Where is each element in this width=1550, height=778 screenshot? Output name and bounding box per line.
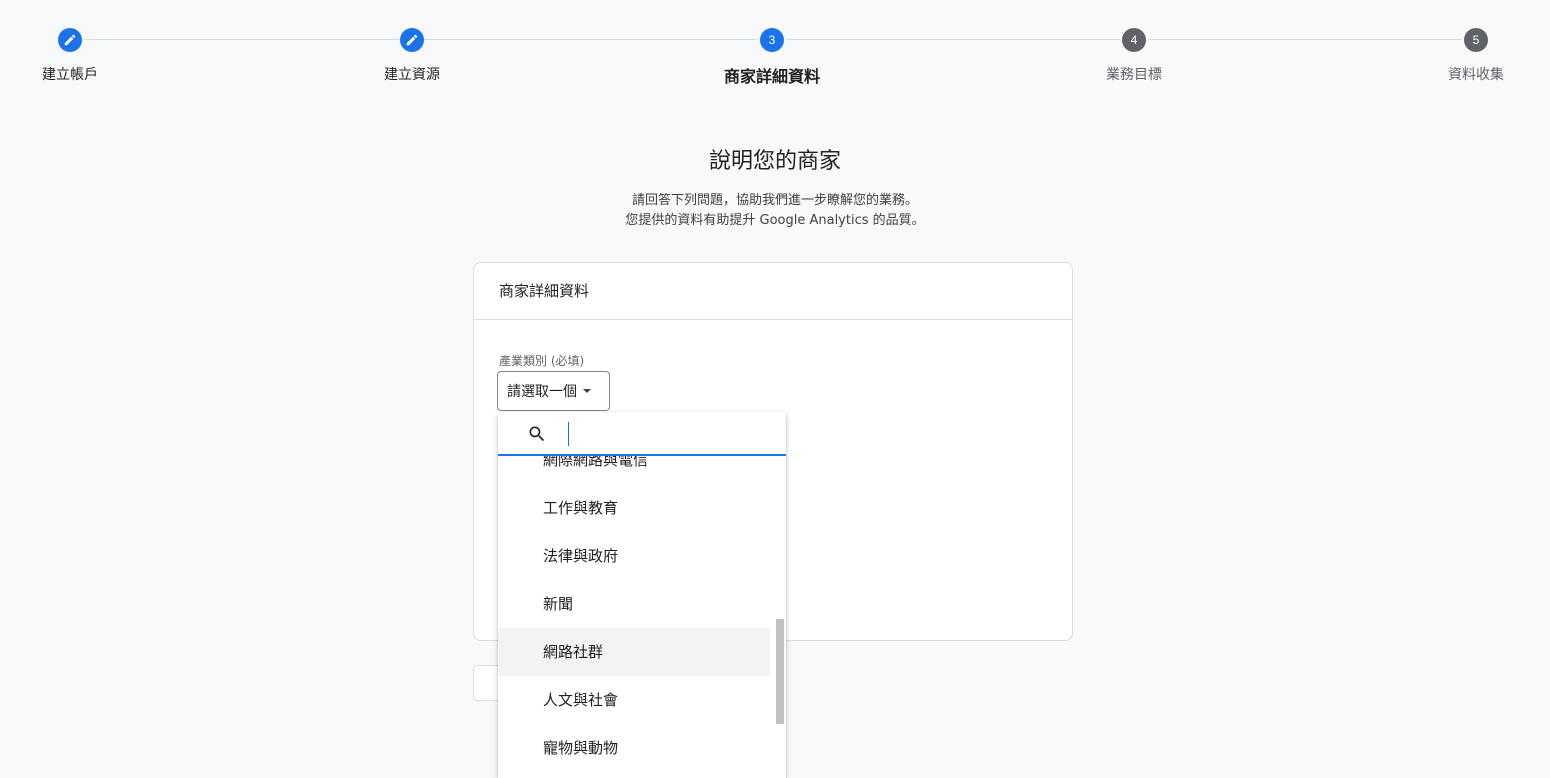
industry-options-list: 網際網路與電信 工作與教育 法律與政府 新聞 網路社群 人文與社會 寵物與動物 [498,436,770,772]
industry-dropdown-panel: 網際網路與電信 工作與教育 法律與政府 新聞 網路社群 人文與社會 寵物與動物 [498,412,786,778]
subtitle-line: 您提供的資料有助提升 Google Analytics 的品質。 [625,213,925,228]
step-create-property[interactable]: 建立資源 [332,28,492,84]
step-business-objectives: 4 業務目標 [1054,28,1214,84]
step-label: 建立資源 [384,67,440,83]
card-title: 商家詳細資料 [474,263,1072,320]
option-jobs-education[interactable]: 工作與教育 [498,484,770,532]
step-create-account[interactable]: 建立帳戶 [0,28,150,84]
dropdown-search [498,412,786,456]
dropdown-scrollbar[interactable] [776,619,784,724]
edit-pencil-icon [400,28,424,52]
step-number: 5 [1464,28,1488,52]
step-label: 商家詳細資料 [723,67,820,86]
step-data-collection: 5 資料收集 [1396,28,1550,84]
page-subtitle: 請回答下列問題，協助我們進一步瞭解您的業務。 您提供的資料有助提升 Google… [0,191,1550,231]
page-title: 說明您的商家 [708,149,841,174]
step-business-details: 3 商家詳細資料 [692,28,852,87]
step-number: 3 [760,28,784,52]
step-label: 建立帳戶 [42,67,98,83]
edit-pencil-icon [58,28,82,52]
step-label: 資料收集 [1448,67,1504,83]
search-input[interactable] [568,422,775,446]
industry-category-select[interactable]: 請選取一個 [497,371,610,411]
option-news[interactable]: 新聞 [498,580,770,628]
option-people-society[interactable]: 人文與社會 [498,676,770,724]
subtitle-line: 請回答下列問題，協助我們進一步瞭解您的業務。 [631,193,918,208]
step-number: 4 [1122,28,1146,52]
select-value: 請選取一個 [507,384,577,400]
option-pets-animals[interactable]: 寵物與動物 [498,724,770,772]
search-icon [529,426,545,442]
option-online-communities[interactable]: 網路社群 [498,628,770,676]
option-law-government[interactable]: 法律與政府 [498,532,770,580]
step-label: 業務目標 [1106,67,1162,83]
industry-category-label: 產業類別 (必填) [499,354,585,368]
dropdown-arrow-icon [583,389,591,393]
